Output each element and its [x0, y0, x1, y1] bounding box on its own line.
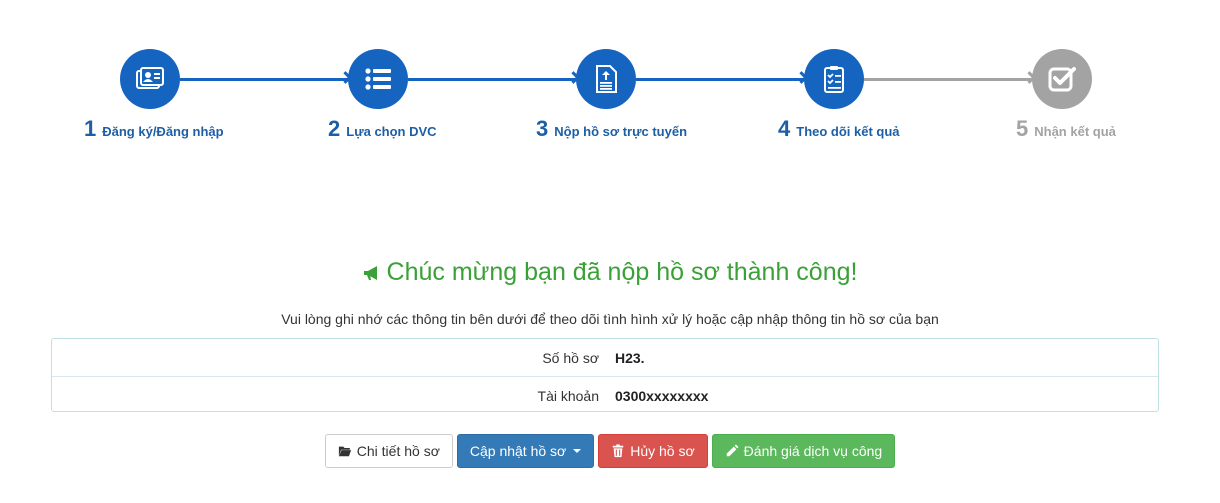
id-card-icon	[136, 67, 164, 89]
step-4-circle	[804, 49, 864, 109]
table-row: Tài khoản 0300xxxxxxxx	[52, 376, 1158, 414]
success-title-text: Chúc mừng bạn đã nộp hồ sơ thành công!	[386, 258, 858, 286]
button-label: Chi tiết hồ sơ	[356, 443, 440, 459]
table-row: Số hồ sơ H23.	[52, 339, 1158, 376]
step-1-circle	[120, 49, 180, 109]
application-detail-button[interactable]: Chi tiết hồ sơ	[324, 434, 453, 468]
list-icon	[365, 68, 391, 90]
step-text: Lựa chọn DVC	[346, 124, 437, 139]
step-3-label: 3 Nộp hồ sơ trực tuyến	[536, 116, 687, 142]
trash-icon	[612, 444, 624, 458]
step-text: Đăng ký/Đăng nhập	[102, 124, 224, 139]
success-title: Chúc mừng bạn đã nộp hồ sơ thành công!	[0, 258, 1220, 287]
step-number: 2	[328, 116, 341, 141]
step-text: Theo dõi kết quả	[796, 124, 900, 139]
step-text: Nhận kết quả	[1034, 124, 1116, 139]
step-number: 4	[778, 116, 791, 141]
step-2-circle	[348, 49, 408, 109]
check-square-icon	[1048, 67, 1076, 92]
step-1-label: 1 Đăng ký/Đăng nhập	[84, 116, 224, 142]
connector-3-4	[636, 71, 808, 84]
application-number-value: H23.	[615, 349, 645, 366]
action-buttons: Chi tiết hồ sơ Cập nhật hồ sơ Hủy hồ sơ …	[0, 434, 1220, 468]
button-label: Cập nhật hồ sơ	[469, 443, 567, 459]
step-number: 5	[1016, 116, 1029, 141]
rate-service-button[interactable]: Đánh giá dịch vụ công	[711, 434, 896, 468]
button-label: Đánh giá dịch vụ công	[743, 443, 883, 459]
step-number: 1	[84, 116, 97, 141]
progress-stepper: 1 Đăng ký/Đăng nhập 2 Lựa chọn DVC 3 Nộp…	[0, 0, 1220, 160]
pencil-icon	[726, 444, 739, 457]
step-4-label: 4 Theo dõi kết quả	[778, 116, 900, 142]
step-5-circle	[1032, 49, 1092, 109]
step-2-label: 2 Lựa chọn DVC	[328, 116, 437, 142]
clipboard-check-icon	[824, 66, 844, 93]
document-upload-icon	[596, 65, 617, 93]
application-number-label: Số hồ sơ	[542, 349, 599, 366]
update-application-button[interactable]: Cập nhật hồ sơ	[456, 434, 595, 468]
connector-4-5	[864, 71, 1036, 84]
step-5-label: 5 Nhận kết quả	[1016, 116, 1116, 142]
caret-down-icon	[573, 449, 582, 453]
cancel-application-button[interactable]: Hủy hồ sơ	[598, 434, 708, 468]
connector-1-2	[180, 71, 352, 84]
step-text: Nộp hồ sơ trực tuyến	[554, 124, 688, 139]
step-3-circle	[576, 49, 636, 109]
account-value: 0300xxxxxxxx	[615, 387, 709, 404]
application-info-table: Số hồ sơ H23. Tài khoản 0300xxxxxxxx	[51, 338, 1159, 412]
button-label: Hủy hồ sơ	[630, 443, 695, 459]
connector-2-3	[408, 71, 580, 84]
bullhorn-icon	[363, 266, 377, 281]
account-label: Tài khoản	[537, 387, 599, 404]
step-number: 3	[536, 116, 549, 141]
folder-open-icon	[338, 446, 351, 457]
success-subtitle: Vui lòng ghi nhớ các thông tin bên dưới …	[281, 311, 939, 327]
